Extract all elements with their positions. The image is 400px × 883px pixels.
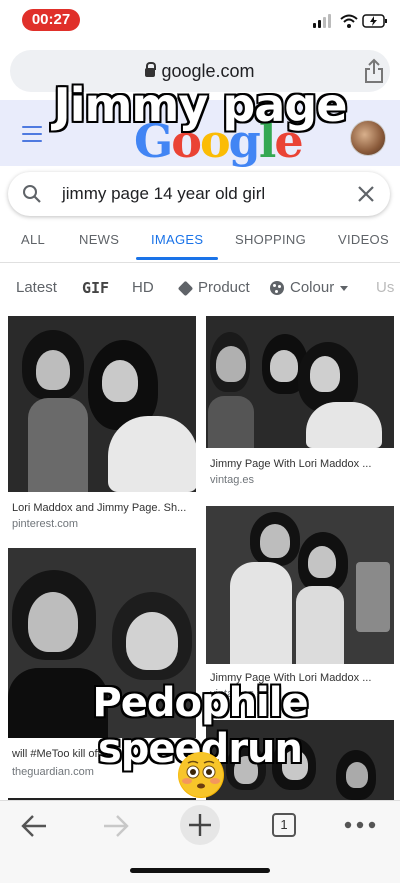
result-image[interactable] [206, 316, 394, 448]
tab-switcher-button[interactable]: 1 [272, 813, 296, 837]
tag-icon [177, 280, 194, 296]
more-options-icon[interactable] [344, 821, 376, 829]
tab-all[interactable]: ALL [21, 222, 45, 262]
search-input[interactable]: jimmy page 14 year old girl [62, 172, 265, 216]
result-source: pinterest.com [12, 518, 79, 530]
wifi-icon [340, 14, 358, 28]
flushed-face-emoji-icon [178, 752, 224, 798]
tab-videos[interactable]: VIDEOS [338, 222, 389, 262]
status-time: 00:27 [22, 9, 80, 31]
signal-icon [313, 14, 333, 28]
plus-icon [189, 814, 211, 836]
filter-product-label: Product [198, 279, 250, 296]
meme-caption-top: Jimmy page [53, 78, 348, 132]
forward-arrow-icon[interactable] [102, 813, 130, 839]
filter-latest[interactable]: Latest [16, 270, 57, 306]
filter-hd[interactable]: HD [132, 270, 154, 306]
filter-product[interactable]: Product [177, 270, 250, 306]
clear-search-icon[interactable] [356, 184, 376, 204]
new-tab-button[interactable] [180, 805, 220, 845]
result-title[interactable]: Lori Maddox and Jimmy Page. Sh... [12, 502, 196, 514]
result-image[interactable] [8, 316, 196, 492]
filter-gif[interactable]: GIF [82, 270, 109, 306]
tab-shopping[interactable]: SHOPPING [235, 222, 306, 262]
filter-colour[interactable]: Colour [270, 270, 349, 306]
battery-charging-icon [362, 14, 387, 28]
tab-news[interactable]: NEWS [79, 222, 119, 262]
filter-colour-label: Colour [290, 279, 335, 296]
active-tab-indicator [136, 257, 218, 260]
image-filter-chips: Latest GIF HD Product Colour Us [0, 270, 400, 306]
palette-icon [270, 281, 284, 296]
tab-images[interactable]: IMAGES [151, 222, 203, 262]
search-icon [23, 185, 41, 203]
lock-icon [145, 61, 157, 77]
chevron-down-icon [340, 285, 349, 291]
result-source: vintag.es [210, 474, 255, 486]
back-arrow-icon[interactable] [20, 813, 48, 839]
home-indicator[interactable] [130, 868, 270, 873]
filter-usage[interactable]: Us [376, 270, 394, 306]
result-image[interactable] [206, 506, 394, 664]
result-title[interactable]: Jimmy Page With Lori Maddox ... [210, 458, 390, 470]
